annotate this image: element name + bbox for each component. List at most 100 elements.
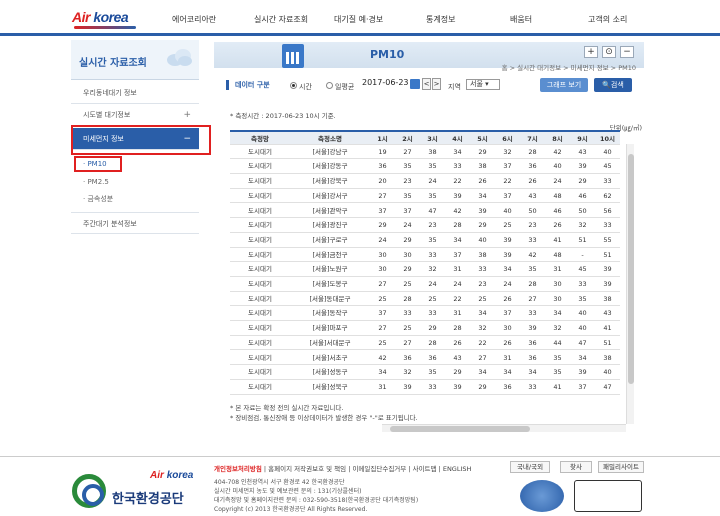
graph-view-button[interactable]: 그래프 보기 — [540, 78, 588, 92]
next-date-button[interactable]: > — [432, 78, 441, 90]
vertical-scroll-thumb[interactable] — [628, 154, 634, 384]
nav-item-realtime[interactable]: 실시간 자료조회 — [254, 14, 308, 25]
vertical-scrollbar[interactable] — [626, 144, 634, 424]
table-cell: 35 — [578, 294, 587, 303]
radio-day[interactable] — [326, 82, 333, 89]
table-cell: 도시대기 — [248, 221, 272, 230]
sidebar-item-neighborhood[interactable]: 우리동네대기 정보 — [71, 82, 199, 104]
table-cell: 27 — [528, 294, 537, 303]
table-cell: 33 — [603, 221, 612, 230]
table-cell: 33 — [403, 309, 412, 318]
table-cell: 34 — [478, 191, 487, 200]
table-cell: 37 — [378, 206, 387, 215]
table-row: 도시대기 [서울]동대문구 25 28 25 22 25 26 27 30 35 38 — [230, 292, 620, 307]
table-cell: 도시대기 — [248, 338, 272, 347]
zoom-reset-button[interactable]: ⊙ — [602, 46, 616, 58]
table-cell: 22 — [453, 177, 462, 186]
table-cell: 23 — [428, 221, 437, 230]
table-cell: 29 — [378, 221, 387, 230]
table-cell: 26 — [503, 338, 512, 347]
table-cell: 25 — [403, 324, 412, 333]
table-cell: 도시대기 — [248, 265, 272, 274]
date-input[interactable]: 2017-06-23 — [362, 78, 409, 87]
logo-swoosh — [74, 26, 136, 29]
table-cell: 19 — [378, 147, 387, 156]
table-cell: 35 — [553, 353, 562, 362]
table-cell: 42 — [378, 353, 387, 362]
certification-badge-icon — [520, 480, 564, 512]
table-cell: 29 — [453, 368, 462, 377]
table-cell: 도시대기 — [248, 382, 272, 391]
nav-item-voice[interactable]: 고객의 소리 — [588, 14, 627, 25]
table-cell: 40 — [578, 324, 587, 333]
table-cell: 24 — [453, 280, 462, 288]
table-cell: [서울]강북구 — [312, 177, 348, 186]
footer-address: 404-708 인천광역시 서구 환경로 42 한국환경공단 — [214, 479, 345, 486]
family-site-button[interactable]: 패밀리사이트 — [598, 461, 644, 473]
table-cell: 도시대기 — [248, 368, 272, 377]
table-cell: 도시대기 — [248, 309, 272, 318]
horizontal-scroll-thumb[interactable] — [390, 426, 530, 432]
table-cell: 33 — [603, 177, 612, 186]
sidebar-title-box: 실시간 자료조회 — [71, 40, 199, 80]
table-cell: 35 — [403, 191, 412, 200]
main-nav: 에어코리아란 실시간 자료조회 대기질 예·경보 통계정보 배움터 고객의 소리 — [170, 14, 690, 28]
airkorea-logo[interactable]: Air korea — [72, 9, 129, 25]
prev-date-button[interactable]: < — [422, 78, 431, 90]
table-cell: 43 — [578, 147, 587, 156]
sidebar-item-weekly[interactable]: 주간대기 분석정보 — [71, 212, 199, 234]
note-2: * 장비점검, 통신장애 등 이상데이터가 발생한 경우 "-"로 표기됩니다. — [230, 414, 418, 422]
table-cell: 45 — [603, 162, 612, 171]
table-cell: 36 — [428, 353, 437, 362]
sidebar-sub-metal[interactable]: · 금속성분 — [83, 194, 113, 204]
table-cell: 42 — [528, 250, 537, 259]
radio-hour[interactable] — [290, 82, 297, 89]
table-cell: [서울]강남구 — [312, 147, 348, 156]
table-cell: 27 — [403, 147, 412, 156]
table-cell: 36 — [403, 353, 412, 362]
footer-other-links[interactable]: | 홈페이지 저작권보호 및 책임 | 이메일집단수집거부 | 사이트맵 | E… — [262, 465, 471, 473]
table-cell: 37 — [453, 250, 462, 259]
table-cell: 24 — [503, 280, 512, 288]
table-cell: 22 — [453, 294, 462, 303]
domestic-foreign-button[interactable]: 국내/국외 — [510, 461, 550, 473]
main-content: PM10 홈 > 실시간 대기정보 > 미세먼지 정보 > PM10 + ⊙ −… — [214, 36, 644, 450]
search-button[interactable]: 🔍검색 — [594, 78, 632, 92]
table-cell: 44 — [553, 338, 562, 347]
table-cell: 35 — [403, 162, 412, 171]
table-cell: [서울]노원구 — [312, 265, 348, 274]
table-cell: [서울]강동구 — [312, 162, 348, 171]
table-cell: 24 — [403, 221, 412, 230]
nav-item-stats[interactable]: 통계정보 — [426, 14, 455, 25]
table-cell: 34 — [528, 368, 537, 377]
table-cell: 33 — [528, 309, 537, 318]
table-cell: 38 — [603, 353, 612, 362]
table-cell: 28 — [428, 338, 437, 347]
footer-airkorea-logo: Air korea — [150, 470, 194, 481]
privacy-link[interactable]: 개인정보처리방침 — [214, 465, 262, 473]
table-cell: 51 — [603, 338, 612, 347]
region-select[interactable]: 서울 ▾ — [466, 79, 500, 90]
table-cell: [서울]서초구 — [312, 353, 348, 362]
sidebar-sub-pm25[interactable]: · PM2.5 — [83, 178, 109, 186]
measure-time: * 측정시간 : 2017-06-23 10시 기준. — [230, 112, 336, 120]
table-cell: 47 — [578, 338, 587, 347]
nav-item-about[interactable]: 에어코리아란 — [172, 14, 216, 25]
calendar-icon[interactable] — [410, 79, 420, 89]
region-label: 지역 — [448, 83, 461, 91]
table-cell: 36 — [503, 382, 512, 391]
table-cell: 27 — [378, 324, 387, 333]
sidebar-item-province[interactable]: 시도별 대기정보 + — [71, 104, 199, 126]
table-cell: 25 — [378, 294, 387, 303]
find-button[interactable]: 찾사 — [560, 461, 592, 473]
nav-item-forecast[interactable]: 대기질 예·경보 — [334, 14, 383, 25]
table-cell: 41 — [553, 382, 562, 391]
table-cell: 24 — [553, 177, 562, 186]
zoom-in-button[interactable]: + — [584, 46, 598, 58]
zoom-out-button[interactable]: − — [620, 46, 634, 58]
table-cell: 46 — [553, 206, 562, 215]
table-cell: 33 — [578, 280, 587, 288]
table-cell: 28 — [453, 324, 462, 333]
horizontal-scrollbar[interactable] — [382, 424, 626, 432]
nav-item-learn[interactable]: 배움터 — [510, 14, 532, 25]
